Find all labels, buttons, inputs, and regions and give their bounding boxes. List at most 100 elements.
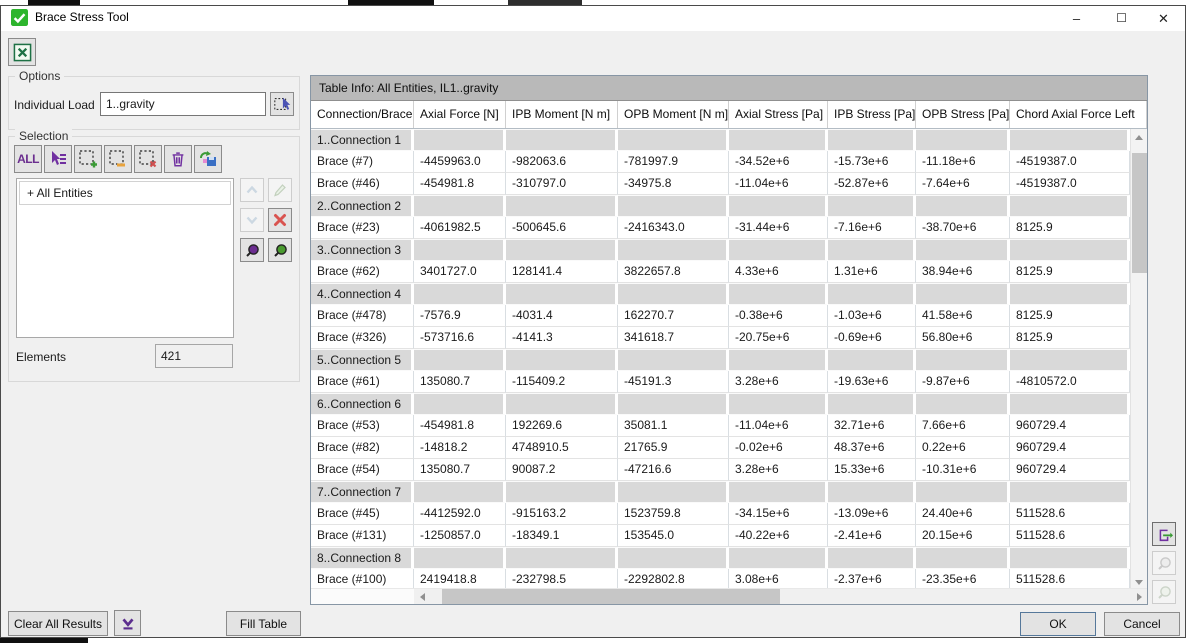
data-cell[interactable]: 8125.9: [1010, 327, 1130, 349]
data-cell[interactable]: 4748910.5: [506, 437, 618, 459]
fill-table-button[interactable]: Fill Table: [226, 611, 301, 636]
subtract-from-selection-button[interactable]: [104, 145, 132, 173]
data-cell[interactable]: -18349.1: [506, 525, 618, 547]
vertical-scrollbar[interactable]: [1130, 129, 1147, 591]
group-cell[interactable]: [1010, 195, 1130, 217]
data-cell[interactable]: 8125.9: [1010, 261, 1130, 283]
group-label-cell[interactable]: 5..Connection 5: [311, 349, 414, 371]
data-cell[interactable]: -13.09e+6: [828, 503, 916, 525]
group-label-cell[interactable]: 4..Connection 4: [311, 283, 414, 305]
data-cell[interactable]: -34.15e+6: [729, 503, 828, 525]
group-cell[interactable]: [729, 283, 828, 305]
group-cell[interactable]: [618, 481, 729, 503]
data-cell[interactable]: 15.33e+6: [828, 459, 916, 481]
group-cell[interactable]: [414, 547, 506, 569]
data-cell[interactable]: -4519387.0: [1010, 173, 1130, 195]
group-cell[interactable]: [828, 195, 916, 217]
download-results-button[interactable]: [114, 610, 141, 636]
column-header[interactable]: OPB Stress [Pa]: [916, 101, 1010, 128]
data-cell[interactable]: -4810572.0: [1010, 371, 1130, 393]
scroll-up-icon[interactable]: [1135, 135, 1143, 140]
group-cell[interactable]: [414, 239, 506, 261]
group-cell[interactable]: [506, 481, 618, 503]
data-cell[interactable]: -20.75e+6: [729, 327, 828, 349]
group-cell[interactable]: [618, 283, 729, 305]
data-cell[interactable]: -11.18e+6: [916, 151, 1010, 173]
group-cell[interactable]: [414, 393, 506, 415]
data-cell[interactable]: 24.40e+6: [916, 503, 1010, 525]
group-cell[interactable]: [729, 195, 828, 217]
data-cell[interactable]: -40.22e+6: [729, 525, 828, 547]
column-header[interactable]: Connection/Brace: [311, 101, 414, 128]
group-cell[interactable]: [506, 195, 618, 217]
data-cell[interactable]: Brace (#23): [311, 217, 414, 239]
cancel-button[interactable]: Cancel: [1104, 612, 1180, 636]
group-cell[interactable]: [1010, 547, 1130, 569]
horizontal-scroll-thumb[interactable]: [442, 589, 780, 604]
group-cell[interactable]: [414, 129, 506, 151]
column-header[interactable]: Axial Force [N]: [414, 101, 506, 128]
data-cell[interactable]: -10.31e+6: [916, 459, 1010, 481]
group-cell[interactable]: [618, 129, 729, 151]
data-cell[interactable]: -982063.6: [506, 151, 618, 173]
group-cell[interactable]: [1010, 349, 1130, 371]
data-cell[interactable]: -500645.6: [506, 217, 618, 239]
group-label-cell[interactable]: 6..Connection 6: [311, 393, 414, 415]
group-cell[interactable]: [1010, 283, 1130, 305]
column-header[interactable]: OPB Moment [N m]: [618, 101, 729, 128]
data-cell[interactable]: 960729.4: [1010, 415, 1130, 437]
group-cell[interactable]: [916, 239, 1010, 261]
data-cell[interactable]: 90087.2: [506, 459, 618, 481]
column-header[interactable]: IPB Stress [Pa]: [828, 101, 916, 128]
data-cell[interactable]: -19.63e+6: [828, 371, 916, 393]
data-cell[interactable]: -45191.3: [618, 371, 729, 393]
group-label-cell[interactable]: 3..Connection 3: [311, 239, 414, 261]
data-cell[interactable]: 192269.6: [506, 415, 618, 437]
export-table-button[interactable]: [1152, 522, 1176, 546]
data-cell[interactable]: -14818.2: [414, 437, 506, 459]
data-cell[interactable]: 4.33e+6: [729, 261, 828, 283]
move-down-button[interactable]: [240, 208, 264, 232]
data-cell[interactable]: 153545.0: [618, 525, 729, 547]
data-cell[interactable]: -454981.8: [414, 415, 506, 437]
data-cell[interactable]: Brace (#53): [311, 415, 414, 437]
group-cell[interactable]: [506, 129, 618, 151]
data-cell[interactable]: -11.04e+6: [729, 173, 828, 195]
data-cell[interactable]: Brace (#54): [311, 459, 414, 481]
data-cell[interactable]: 7.66e+6: [916, 415, 1010, 437]
data-cell[interactable]: -15.73e+6: [828, 151, 916, 173]
data-cell[interactable]: Brace (#82): [311, 437, 414, 459]
data-cell[interactable]: 38.94e+6: [916, 261, 1010, 283]
group-cell[interactable]: [828, 481, 916, 503]
data-cell[interactable]: 960729.4: [1010, 437, 1130, 459]
data-cell[interactable]: -7.16e+6: [828, 217, 916, 239]
entity-list[interactable]: + All Entities: [16, 178, 234, 338]
excel-export-button[interactable]: [8, 38, 36, 66]
data-cell[interactable]: -9.87e+6: [916, 371, 1010, 393]
data-cell[interactable]: -115409.2: [506, 371, 618, 393]
data-cell[interactable]: 35081.1: [618, 415, 729, 437]
group-cell[interactable]: [828, 393, 916, 415]
data-cell[interactable]: Brace (#326): [311, 327, 414, 349]
group-cell[interactable]: [414, 349, 506, 371]
edit-selection-button[interactable]: [268, 178, 292, 202]
group-cell[interactable]: [414, 481, 506, 503]
data-cell[interactable]: 20.15e+6: [916, 525, 1010, 547]
maximize-button[interactable]: ☐: [1099, 6, 1144, 31]
data-cell[interactable]: -34.52e+6: [729, 151, 828, 173]
group-cell[interactable]: [828, 129, 916, 151]
group-cell[interactable]: [1010, 481, 1130, 503]
data-cell[interactable]: -4141.3: [506, 327, 618, 349]
data-cell[interactable]: -4412592.0: [414, 503, 506, 525]
data-cell[interactable]: -4459963.0: [414, 151, 506, 173]
minimize-button[interactable]: –: [1054, 6, 1099, 31]
group-cell[interactable]: [414, 195, 506, 217]
column-header[interactable]: IPB Moment [N m]: [506, 101, 618, 128]
data-cell[interactable]: -38.70e+6: [916, 217, 1010, 239]
data-cell[interactable]: 135080.7: [414, 371, 506, 393]
data-cell[interactable]: -47216.6: [618, 459, 729, 481]
group-cell[interactable]: [414, 283, 506, 305]
data-cell[interactable]: 32.71e+6: [828, 415, 916, 437]
zoom-selection-button[interactable]: [240, 238, 264, 262]
group-cell[interactable]: [916, 349, 1010, 371]
